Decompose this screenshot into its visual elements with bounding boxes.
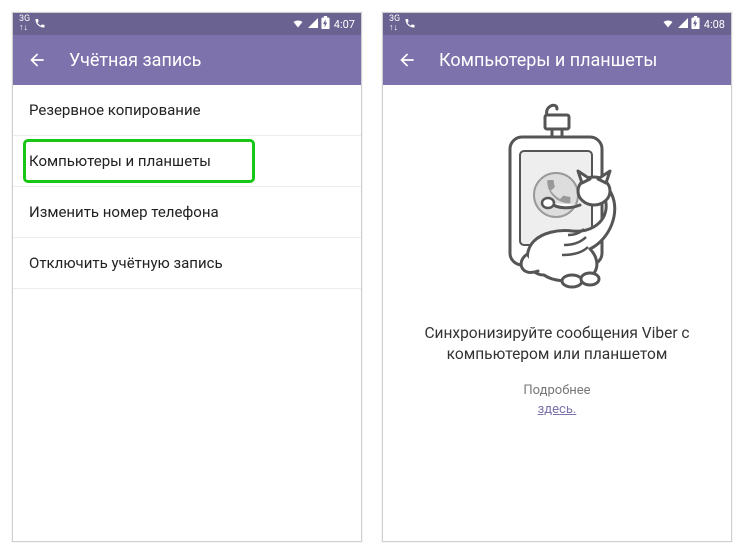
signal-icon: [677, 17, 689, 32]
list-item-label: Компьютеры и планшеты: [29, 152, 211, 170]
settings-list: Резервное копирование Компьютеры и планш…: [13, 85, 361, 541]
list-item-deactivate-account[interactable]: Отключить учётную запись: [13, 238, 361, 289]
list-item-label: Резервное копирование: [29, 101, 201, 119]
list-item-change-number[interactable]: Изменить номер телефона: [13, 187, 361, 238]
wifi-icon: [291, 17, 305, 32]
signal-icon: [307, 17, 319, 32]
app-bar-title: Учётная запись: [69, 50, 201, 71]
more-info: Подробнее здесь.: [523, 381, 590, 420]
app-bar: Учётная запись: [13, 35, 361, 85]
network-indicator-icon: 3G↑↓: [19, 15, 30, 33]
battery-icon: [321, 16, 330, 32]
status-right: 4:08: [661, 16, 725, 32]
phone-left: 3G↑↓ 4:07 Учётная запись Резервное копир…: [12, 12, 362, 542]
status-bar: 3G↑↓ 4:08: [383, 13, 731, 35]
status-left: 3G↑↓: [389, 15, 416, 33]
more-info-label: Подробнее: [523, 383, 590, 398]
list-item-label: Отключить учётную запись: [29, 254, 223, 272]
more-info-link[interactable]: здесь.: [538, 402, 577, 417]
status-bar: 3G↑↓ 4:07: [13, 13, 361, 35]
list-item-backup[interactable]: Резервное копирование: [13, 85, 361, 136]
status-left: 3G↑↓: [19, 15, 46, 33]
phone-right: 3G↑↓ 4:08 Компьютеры и планшеты: [382, 12, 732, 542]
back-icon[interactable]: [397, 50, 417, 70]
status-time: 4:07: [334, 18, 355, 31]
sync-illustration-icon: [472, 103, 642, 303]
status-time: 4:08: [704, 18, 725, 31]
wifi-icon: [661, 17, 675, 32]
phone-icon: [34, 17, 46, 32]
list-item-computers-tablets[interactable]: Компьютеры и планшеты: [13, 136, 361, 187]
sync-message: Синхронизируйте сообщения Viber с компью…: [409, 323, 705, 365]
app-bar-title: Компьютеры и планшеты: [439, 50, 657, 71]
network-indicator-icon: 3G↑↓: [389, 15, 400, 33]
sync-screen-content: Синхронизируйте сообщения Viber с компью…: [383, 85, 731, 541]
status-right: 4:07: [291, 16, 355, 32]
phone-icon: [404, 17, 416, 32]
app-bar: Компьютеры и планшеты: [383, 35, 731, 85]
list-item-label: Изменить номер телефона: [29, 203, 219, 221]
back-icon[interactable]: [27, 50, 47, 70]
battery-icon: [691, 16, 700, 32]
